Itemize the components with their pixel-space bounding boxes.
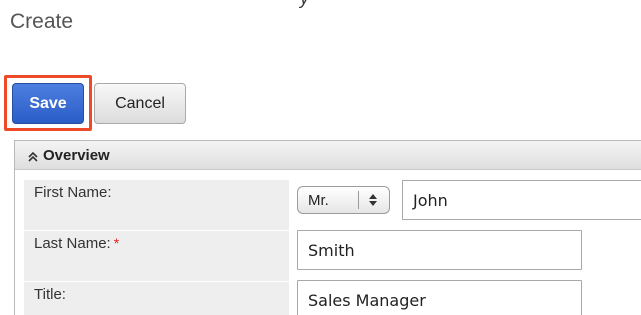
last-name-label-text: Last Name: <box>34 235 111 252</box>
page-title: Create <box>10 10 74 33</box>
last-name-input[interactable]: Smith <box>297 230 582 270</box>
overview-panel-header[interactable]: Overview <box>15 141 641 170</box>
create-record-page: y Create Save Cancel Overview First Name… <box>0 0 641 315</box>
salutation-value: Mr. <box>308 191 329 209</box>
title-label-text: Title: <box>34 286 66 303</box>
salutation-select[interactable]: Mr. <box>297 186 390 214</box>
select-stepper-icon <box>366 191 380 209</box>
double-chevron-up-icon[interactable] <box>27 150 39 162</box>
panel-title: Overview <box>43 146 110 164</box>
first-name-label: First Name: <box>24 180 289 230</box>
save-button[interactable]: Save <box>12 83 84 124</box>
required-marker: * <box>113 235 120 251</box>
select-divider <box>358 191 359 209</box>
first-name-label-text: First Name: <box>34 184 112 201</box>
last-name-label: Last Name: * <box>24 231 289 281</box>
title-label: Title: <box>24 282 289 315</box>
cancel-button[interactable]: Cancel <box>94 83 186 124</box>
first-name-input[interactable]: John <box>402 180 641 220</box>
cropped-text-fragment: y <box>300 0 309 9</box>
title-input[interactable]: Sales Manager <box>297 280 582 315</box>
